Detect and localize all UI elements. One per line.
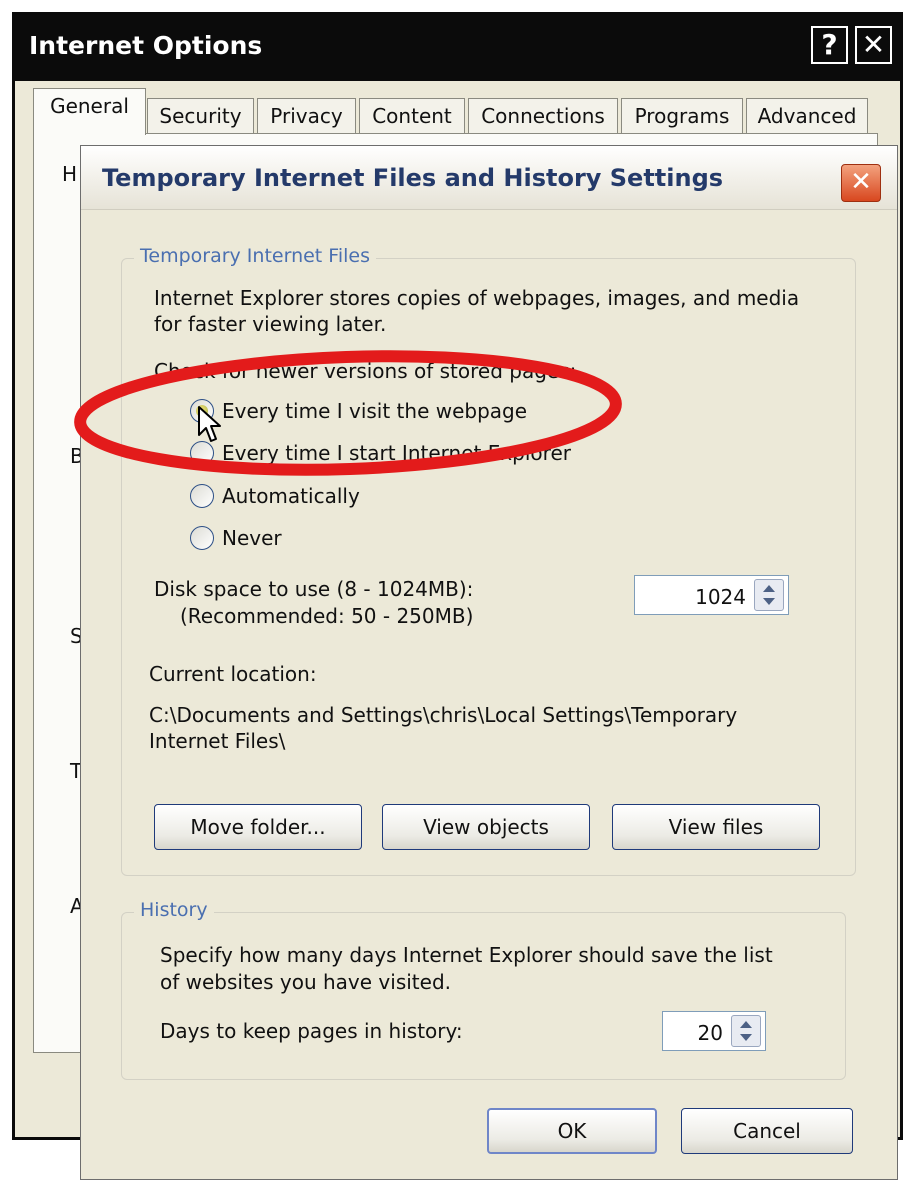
view-files-button[interactable]: View files	[612, 804, 820, 850]
days-in-history-label: Days to keep pages in history:	[160, 1019, 463, 1043]
tab-general[interactable]: General	[33, 88, 146, 135]
check-newer-versions-label: Check for newer versions of stored pages…	[154, 359, 577, 383]
history-legend: History	[134, 899, 214, 921]
current-location-path-line-1: C:\Documents and Settings\chris\Local Se…	[149, 703, 738, 727]
section-letter-home: H	[62, 162, 78, 186]
temp-files-description-line-1: Internet Explorer stores copies of webpa…	[154, 286, 800, 310]
tab-security[interactable]: Security	[147, 98, 254, 134]
radio-never[interactable]	[190, 526, 214, 550]
tab-privacy[interactable]: Privacy	[257, 98, 356, 134]
view-objects-button[interactable]: View objects	[382, 804, 590, 850]
tab-programs[interactable]: Programs	[621, 98, 743, 134]
move-folder-button[interactable]: Move folder...	[154, 804, 362, 850]
history-description-line-1: Specify how many days Internet Explorer …	[160, 943, 773, 967]
current-location-path-line-2: Internet Files\	[149, 729, 286, 753]
radio-label-every-visit[interactable]: Every time I visit the webpage	[222, 399, 527, 424]
dialog-titlebar: Temporary Internet Files and History Set…	[81, 146, 897, 210]
history-days-stepper[interactable]: 20	[662, 1011, 766, 1051]
tab-content[interactable]: Content	[359, 98, 465, 134]
history-days-value[interactable]: 20	[698, 1021, 723, 1045]
radio-label-automatically[interactable]: Automatically	[222, 484, 360, 509]
disk-space-spin-buttons[interactable]	[754, 579, 784, 611]
tab-advanced[interactable]: Advanced	[746, 98, 868, 134]
radio-automatically[interactable]	[190, 484, 214, 508]
mouse-cursor-icon	[198, 406, 221, 442]
current-location-label: Current location:	[149, 662, 317, 686]
help-button[interactable]: ?	[811, 26, 848, 64]
history-description-line-2: of websites you have visited.	[160, 970, 451, 994]
dialog-close-button[interactable]: ✕	[841, 164, 881, 202]
disk-space-value[interactable]: 1024	[695, 585, 746, 609]
spin-up-icon[interactable]	[740, 1021, 752, 1028]
history-group: History Specify how many days Internet E…	[121, 899, 846, 1080]
cancel-button[interactable]: Cancel	[681, 1108, 853, 1154]
temporary-files-legend: Temporary Internet Files	[134, 245, 376, 267]
radio-label-every-start[interactable]: Every time I start Internet Explorer	[222, 441, 571, 466]
disk-space-label: Disk space to use (8 - 1024MB):	[154, 577, 474, 601]
temp-files-description-line-2: for faster viewing later.	[154, 312, 387, 336]
ok-button[interactable]: OK	[487, 1108, 657, 1154]
spin-up-icon[interactable]	[763, 585, 775, 592]
temp-files-history-dialog: Temporary Internet Files and History Set…	[80, 145, 898, 1180]
radio-label-never[interactable]: Never	[222, 526, 282, 551]
spin-down-icon[interactable]	[763, 598, 775, 605]
tab-connections[interactable]: Connections	[468, 98, 618, 134]
spin-down-icon[interactable]	[740, 1034, 752, 1041]
history-days-spin-buttons[interactable]	[731, 1015, 761, 1047]
close-button-internet-options[interactable]: ✕	[855, 26, 892, 64]
internet-options-titlebar: Internet Options ? ✕	[15, 15, 900, 81]
dialog-title: Temporary Internet Files and History Set…	[102, 164, 724, 192]
internet-options-title: Internet Options	[29, 31, 263, 60]
temporary-files-group: Temporary Internet Files Internet Explor…	[121, 245, 856, 876]
disk-space-stepper[interactable]: 1024	[634, 575, 789, 615]
disk-space-recommended: (Recommended: 50 - 250MB)	[180, 604, 474, 628]
